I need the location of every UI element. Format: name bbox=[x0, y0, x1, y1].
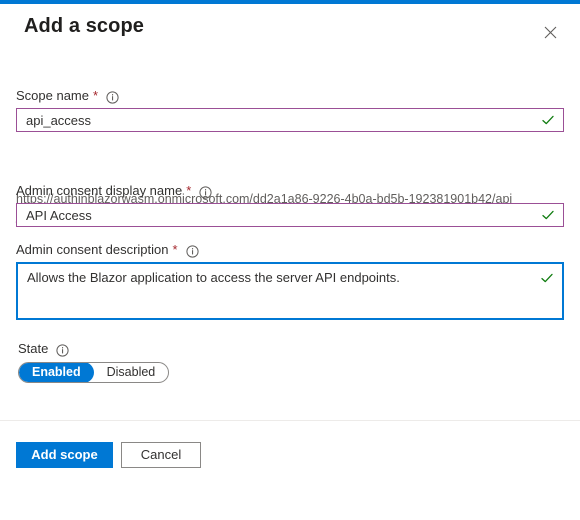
admin-consent-description-textarea-wrapper[interactable]: Allows the Blazor application to access … bbox=[16, 262, 564, 320]
add-scope-button[interactable]: Add scope bbox=[16, 442, 113, 468]
admin-consent-display-name-label: Admin consent display name * bbox=[16, 183, 212, 199]
state-option-disabled[interactable]: Disabled bbox=[94, 363, 169, 382]
admin-consent-display-name-input[interactable] bbox=[17, 204, 563, 226]
state-toggle-group[interactable]: Enabled Disabled bbox=[18, 362, 170, 383]
scope-form: Scope name * https://authinblazorwasm.on… bbox=[0, 60, 580, 420]
state-option-enabled[interactable]: Enabled bbox=[19, 363, 94, 382]
info-icon[interactable] bbox=[199, 185, 212, 199]
cancel-button[interactable]: Cancel bbox=[121, 442, 201, 468]
scope-name-input-wrapper[interactable] bbox=[16, 108, 564, 132]
footer-actions: Add scope Cancel bbox=[0, 421, 580, 520]
admin-consent-display-name-label-text: Admin consent display name bbox=[16, 183, 183, 198]
admin-consent-description-label-text: Admin consent description bbox=[16, 242, 169, 257]
admin-consent-display-name-required-marker: * bbox=[186, 183, 192, 198]
panel-header: Add a scope bbox=[0, 4, 580, 60]
close-button[interactable] bbox=[536, 18, 564, 46]
page-title: Add a scope bbox=[24, 15, 145, 37]
state-label-text: State bbox=[18, 341, 49, 356]
state-label: State bbox=[18, 341, 69, 357]
info-icon[interactable] bbox=[185, 244, 199, 258]
admin-consent-description-label: Admin consent description * bbox=[16, 242, 199, 258]
scope-name-input[interactable] bbox=[17, 109, 563, 131]
admin-consent-description-textarea[interactable]: Allows the Blazor application to access … bbox=[18, 264, 562, 318]
admin-consent-display-name-input-wrapper[interactable] bbox=[16, 203, 564, 227]
info-icon[interactable] bbox=[56, 343, 69, 357]
scope-name-label: Scope name * bbox=[16, 88, 119, 104]
scope-name-label-text: Scope name bbox=[16, 88, 89, 103]
scope-name-required-marker: * bbox=[93, 88, 99, 103]
admin-consent-description-required-marker: * bbox=[172, 242, 178, 257]
close-icon bbox=[544, 26, 557, 39]
info-icon[interactable] bbox=[106, 90, 119, 104]
